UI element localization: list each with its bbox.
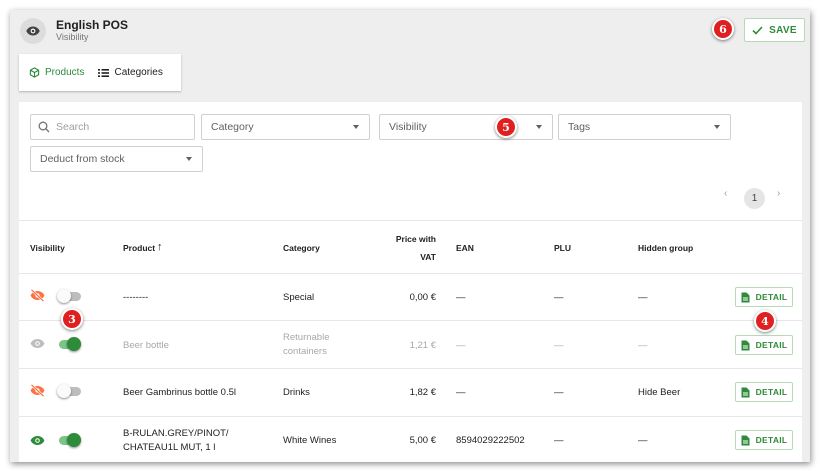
chevron-down-icon [186,157,192,161]
column-header-price-line1[interactable]: Price with [395,234,436,244]
visibility-toggle[interactable] [57,289,81,303]
prev-page-button[interactable]: ‹ [724,188,727,199]
product-name: Beer bottle [123,340,169,351]
product-price: 1,21 € [409,340,436,351]
eye-icon[interactable] [30,435,45,446]
eye-off-icon[interactable] [30,289,45,302]
divider [19,320,802,321]
product-plu: — [554,387,564,398]
callout-badge-6: 6 [712,18,734,40]
product-plu: — [554,340,564,351]
product-hidden-group: — [638,292,648,303]
document-icon [741,387,750,397]
product-category: Special [283,292,315,303]
page-subtitle: Visibility [56,32,89,42]
product-price: 5,00 € [409,435,436,446]
product-ean: 8594029222502 [456,435,525,446]
tab-bar: Products Categories [19,54,181,91]
detail-button[interactable]: DETAIL [735,287,793,307]
product-category: Drinks [283,387,310,398]
deduct-from-stock-select[interactable]: Deduct from stock [30,146,203,172]
check-icon [752,25,763,35]
callout-badge-5: 5 [495,116,517,138]
tab-products[interactable]: Products [29,67,84,78]
document-icon [741,292,750,302]
visibility-toggle[interactable] [57,337,81,351]
save-label: SAVE [769,24,797,36]
app-window: English POS Visibility 6 SAVE Products C… [10,10,810,462]
callout-badge-4: 4 [754,310,776,332]
detail-label: DETAIL [755,340,788,350]
divider [19,273,802,274]
column-header-product[interactable]: Product [123,243,155,253]
detail-button[interactable]: DETAIL [735,382,793,402]
product-hidden-group: — [638,340,648,351]
chevron-down-icon [714,125,720,129]
visibility-toggle[interactable] [57,384,81,398]
detail-button[interactable]: DETAIL [735,335,793,355]
search-icon [38,121,50,133]
divider [19,368,802,369]
column-header-ean[interactable]: EAN [456,243,474,253]
detail-label: DETAIL [755,435,788,445]
column-header-category[interactable]: Category [283,243,320,253]
deduct-select-label: Deduct from stock [40,153,125,165]
document-icon [741,435,750,445]
column-header-visibility[interactable]: Visibility [30,243,65,253]
detail-label: DETAIL [755,387,788,397]
callout-badge-3: 3 [61,308,83,330]
visibility-select[interactable]: Visibility [379,114,553,140]
tags-select[interactable]: Tags [558,114,731,140]
product-category-line2: containers [283,346,327,357]
divider [19,416,802,417]
visibility-eye-icon [20,18,46,44]
next-page-button[interactable]: › [777,188,780,199]
save-button[interactable]: SAVE [744,18,805,42]
list-icon [98,68,110,77]
divider [19,220,802,221]
search-placeholder: Search [56,121,90,133]
tab-categories[interactable]: Categories [98,67,163,78]
product-price: 1,82 € [409,387,436,398]
product-price: 0,00 € [409,292,436,303]
product-hidden-group: — [638,435,648,446]
product-plu: — [554,292,564,303]
page-number-button[interactable]: 1 [744,188,765,209]
product-category-line1: Returnable [283,332,330,343]
column-header-price-line2[interactable]: VAT [395,252,436,262]
chevron-down-icon [536,125,542,129]
tags-select-label: Tags [568,121,591,133]
document-icon [741,340,750,350]
eye-off-icon[interactable] [30,384,45,397]
category-select[interactable]: Category [201,114,370,140]
column-header-hidden-group[interactable]: Hidden group [638,243,693,253]
product-name: Beer Gambrinus bottle 0.5l [123,387,237,398]
product-ean: — [456,340,466,351]
arrow-up-icon[interactable]: ↑ [157,241,163,253]
tab-products-label: Products [45,67,85,78]
detail-label: DETAIL [755,292,788,302]
cube-icon [29,67,40,78]
product-ean: — [456,292,466,303]
column-header-plu[interactable]: PLU [554,243,571,253]
search-input[interactable]: Search [30,114,195,140]
chevron-down-icon [353,125,359,129]
eye-icon[interactable] [30,338,45,349]
product-name: -------- [123,292,149,303]
products-panel: Search Category Visibility 5 Tags Deduct… [19,102,802,462]
tab-categories-label: Categories [114,67,163,78]
category-select-label: Category [211,121,254,133]
visibility-select-label: Visibility [389,121,427,133]
product-name-line1: B-RULAN.GREY/PINOT/ [123,428,229,439]
product-plu: — [554,435,564,446]
product-name-line2: CHATEAU1L MUT, 1 l [123,442,216,453]
page-title: English POS [56,18,129,32]
product-ean: — [456,387,466,398]
product-category: White Wines [283,435,337,446]
visibility-toggle[interactable] [57,433,81,447]
product-hidden-group: Hide Beer [638,387,681,398]
detail-button[interactable]: DETAIL [735,430,793,450]
